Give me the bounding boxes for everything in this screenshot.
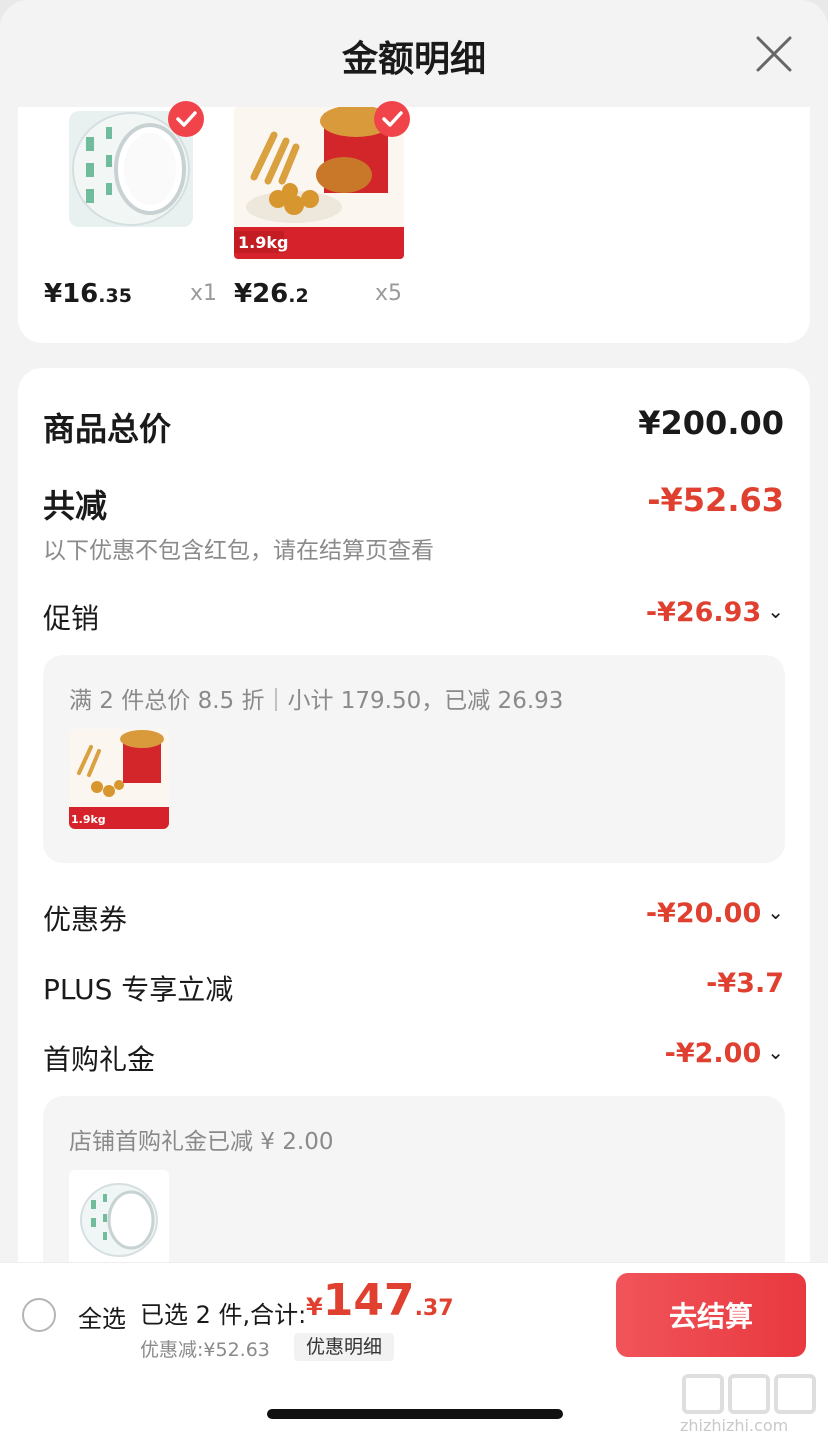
total-price-row: 商品总价 ¥200.00 xyxy=(43,404,784,448)
price-breakdown-card: 商品总价 ¥200.00 共减 -¥52.63 以下优惠不包含红包，请在结算页查… xyxy=(18,368,810,1318)
promotion-row[interactable]: 促销 -¥26.93 ⌄ xyxy=(43,597,784,635)
sheet-title: 金额明细 xyxy=(341,39,486,80)
promotion-label: 促销 xyxy=(43,602,100,635)
price-decimal: .2 xyxy=(288,285,309,307)
sheet-header: 金额明细 xyxy=(0,0,828,107)
checkout-button[interactable]: 去结算 xyxy=(616,1273,806,1357)
currency-symbol: ¥ xyxy=(306,1293,323,1321)
home-indicator[interactable] xyxy=(267,1409,563,1419)
select-all-label[interactable]: 全选 xyxy=(78,1299,126,1334)
chevron-down-icon[interactable]: ⌄ xyxy=(767,900,784,924)
check-icon[interactable] xyxy=(374,101,410,137)
plus-discount-label: PLUS 专享立减 xyxy=(43,973,234,1006)
selected-count-text: 已选 2 件,合计: xyxy=(140,1301,307,1329)
product-item[interactable]: ¥16.35 x1 xyxy=(18,101,218,343)
coupon-label: 优惠券 xyxy=(43,903,128,936)
checkout-bar: 全选 已选 2 件,合计: ¥147.37 优惠减:¥52.63 优惠明细 去结… xyxy=(0,1262,828,1364)
grand-total: ¥147.37 xyxy=(306,1275,454,1326)
reduction-note: 以下优惠不包含红包，请在结算页查看 xyxy=(43,538,434,564)
first-gift-value: -¥2.00 xyxy=(664,1038,762,1069)
weight-badge: 1.9kg xyxy=(238,233,288,252)
grand-total-integer: 147 xyxy=(322,1275,415,1326)
weight-badge: 1.9kg xyxy=(71,813,106,826)
promotion-item-thumbnail[interactable]: 1.9kg xyxy=(69,729,169,829)
price-decimal: .35 xyxy=(98,285,132,307)
first-gift-label: 首购礼金 xyxy=(43,1043,156,1076)
product-quantity: x5 xyxy=(375,281,403,306)
total-price-label: 商品总价 xyxy=(43,410,172,448)
radio-unchecked-icon[interactable] xyxy=(22,1298,56,1332)
coupon-value-wrap[interactable]: -¥20.00 ⌄ xyxy=(646,898,784,929)
discount-detail-button[interactable]: 优惠明细 xyxy=(294,1333,395,1361)
total-reduction-row: 共减 -¥52.63 xyxy=(43,481,784,525)
total-reduction-label: 共减 xyxy=(43,487,108,525)
first-gift-value-wrap[interactable]: -¥2.00 ⌄ xyxy=(665,1038,784,1069)
coupon-row[interactable]: 优惠券 -¥20.00 ⌄ xyxy=(43,898,784,936)
coupon-value: -¥20.00 xyxy=(645,898,762,929)
watermark-text: zhizhizhi.com xyxy=(680,1416,789,1435)
grand-total-decimal: .37 xyxy=(414,1296,454,1321)
first-gift-row[interactable]: 首购礼金 -¥2.00 ⌄ xyxy=(43,1038,784,1076)
chevron-down-icon[interactable]: ⌄ xyxy=(767,599,784,623)
close-icon[interactable] xyxy=(754,34,794,74)
product-price: ¥26.2 xyxy=(234,279,309,309)
total-price-value: ¥200.00 xyxy=(638,404,784,442)
promotion-value: -¥26.93 xyxy=(645,597,762,628)
check-icon[interactable] xyxy=(168,101,204,137)
product-price: ¥16.35 xyxy=(44,279,132,309)
selected-products-card: ¥16.35 x1 1.9kg ¥26.2 x5 xyxy=(18,101,810,343)
home-area: zhizhizhi.com xyxy=(0,1364,828,1436)
promotion-detail-text: 满 2 件总价 8.5 折｜小计 179.50，已减 26.93 xyxy=(69,688,564,714)
chevron-down-icon[interactable]: ⌄ xyxy=(767,1040,784,1064)
first-gift-detail-text: 店铺首购礼金已减 ¥ 2.00 xyxy=(69,1129,334,1155)
product-item[interactable]: 1.9kg ¥26.2 x5 xyxy=(218,101,438,343)
first-gift-item-thumbnail[interactable] xyxy=(69,1170,169,1270)
product-quantity: x1 xyxy=(190,281,218,306)
plus-discount-row: PLUS 专享立减 -¥3.7 xyxy=(43,968,784,1006)
amount-detail-sheet: 金额明细 ¥16.35 x1 1.9kg ¥26.2 x5 商品总价 ¥200.… xyxy=(0,0,828,1436)
total-reduction-value: -¥52.63 xyxy=(647,481,784,519)
price-integer: ¥26 xyxy=(234,279,289,309)
reduction-note-row: 以下优惠不包含红包，请在结算页查看 xyxy=(43,531,784,564)
watermark-logo: zhizhizhi.com xyxy=(680,1372,820,1435)
promotion-detail-box: 满 2 件总价 8.5 折｜小计 179.50，已减 26.93 1.9kg xyxy=(43,655,785,863)
promotion-value-wrap[interactable]: -¥26.93 ⌄ xyxy=(646,597,784,628)
plus-discount-value: -¥3.7 xyxy=(706,968,784,999)
discount-summary: 优惠减:¥52.63 xyxy=(140,1339,270,1361)
price-integer: ¥16 xyxy=(44,279,99,309)
